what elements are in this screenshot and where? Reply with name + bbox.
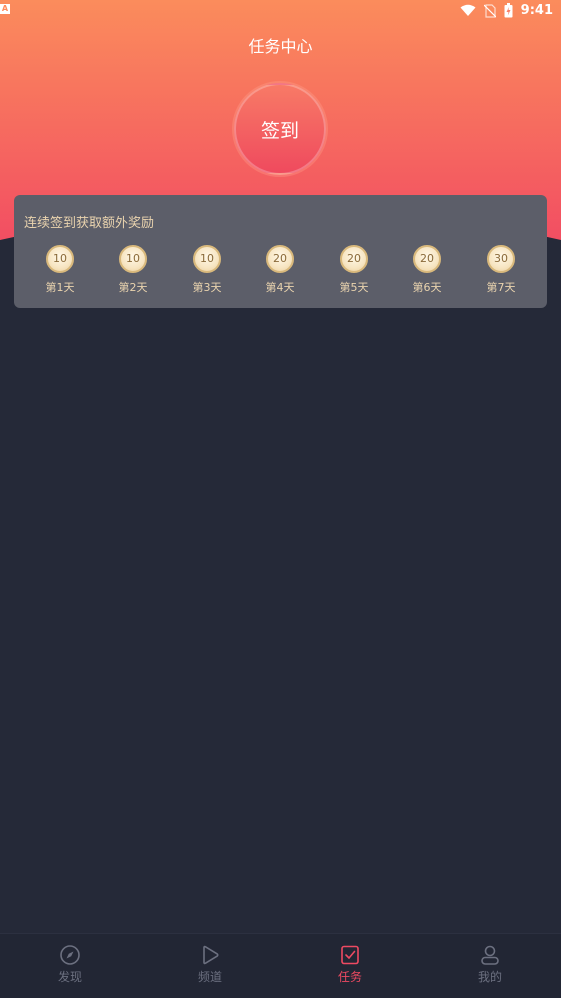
reward-day: 20 第5天 — [324, 245, 384, 295]
reward-day: 10 第3天 — [177, 245, 237, 295]
day-label: 第5天 — [339, 281, 369, 294]
play-icon — [203, 945, 219, 965]
reward-day: 10 第2天 — [103, 245, 163, 295]
coin-icon: 20 — [413, 245, 441, 273]
day-label: 第1天 — [45, 281, 75, 294]
user-icon — [481, 945, 499, 965]
tab-tasks[interactable]: 任务 — [315, 944, 385, 985]
tab-label: 发现 — [57, 970, 82, 984]
coin-icon: 10 — [46, 245, 74, 273]
tab-mine[interactable]: 我的 — [455, 944, 525, 985]
day-label: 第2天 — [118, 281, 148, 294]
day-label: 第3天 — [192, 281, 222, 294]
page-title: 任务中心 — [248, 37, 313, 56]
checkin-button[interactable]: 签到 — [234, 83, 326, 175]
task-check-icon — [341, 945, 359, 965]
wifi-icon — [460, 4, 476, 16]
coin-icon: 30 — [487, 245, 515, 273]
bottom-tab-bar: 发现 频道 任务 我的 — [0, 933, 561, 998]
reward-day: 20 第4天 — [250, 245, 310, 295]
reward-days: 10 第1天 10 第2天 10 第3天 20 第4天 20 第5天 20 第6… — [14, 245, 547, 305]
coin-icon: 10 — [119, 245, 147, 273]
reward-day: 20 第6天 — [397, 245, 457, 295]
day-label: 第6天 — [412, 281, 442, 294]
reward-title: 连续签到获取额外奖励 — [24, 216, 155, 231]
reward-day: 10 第1天 — [30, 245, 90, 295]
coin-icon: 10 — [193, 245, 221, 273]
reward-card: 连续签到获取额外奖励 10 第1天 10 第2天 10 第3天 20 第4天 2… — [14, 195, 547, 308]
tab-label: 频道 — [197, 970, 222, 984]
battery-icon — [504, 3, 513, 18]
no-sim-icon — [483, 3, 496, 18]
tab-label: 我的 — [477, 970, 502, 984]
day-label: 第4天 — [265, 281, 295, 294]
coin-icon: 20 — [266, 245, 294, 273]
day-label: 第7天 — [486, 281, 516, 294]
status-time: 9:41 — [520, 3, 553, 18]
tab-discover[interactable]: 发现 — [35, 944, 105, 985]
tab-channel[interactable]: 频道 — [175, 944, 245, 985]
coin-icon: 20 — [340, 245, 368, 273]
status-bar: A 9:41 — [0, 0, 561, 24]
reward-day: 30 第7天 — [471, 245, 531, 295]
tab-label: 任务 — [337, 970, 362, 984]
compass-icon — [60, 945, 80, 965]
notification-icon: A — [0, 4, 10, 14]
